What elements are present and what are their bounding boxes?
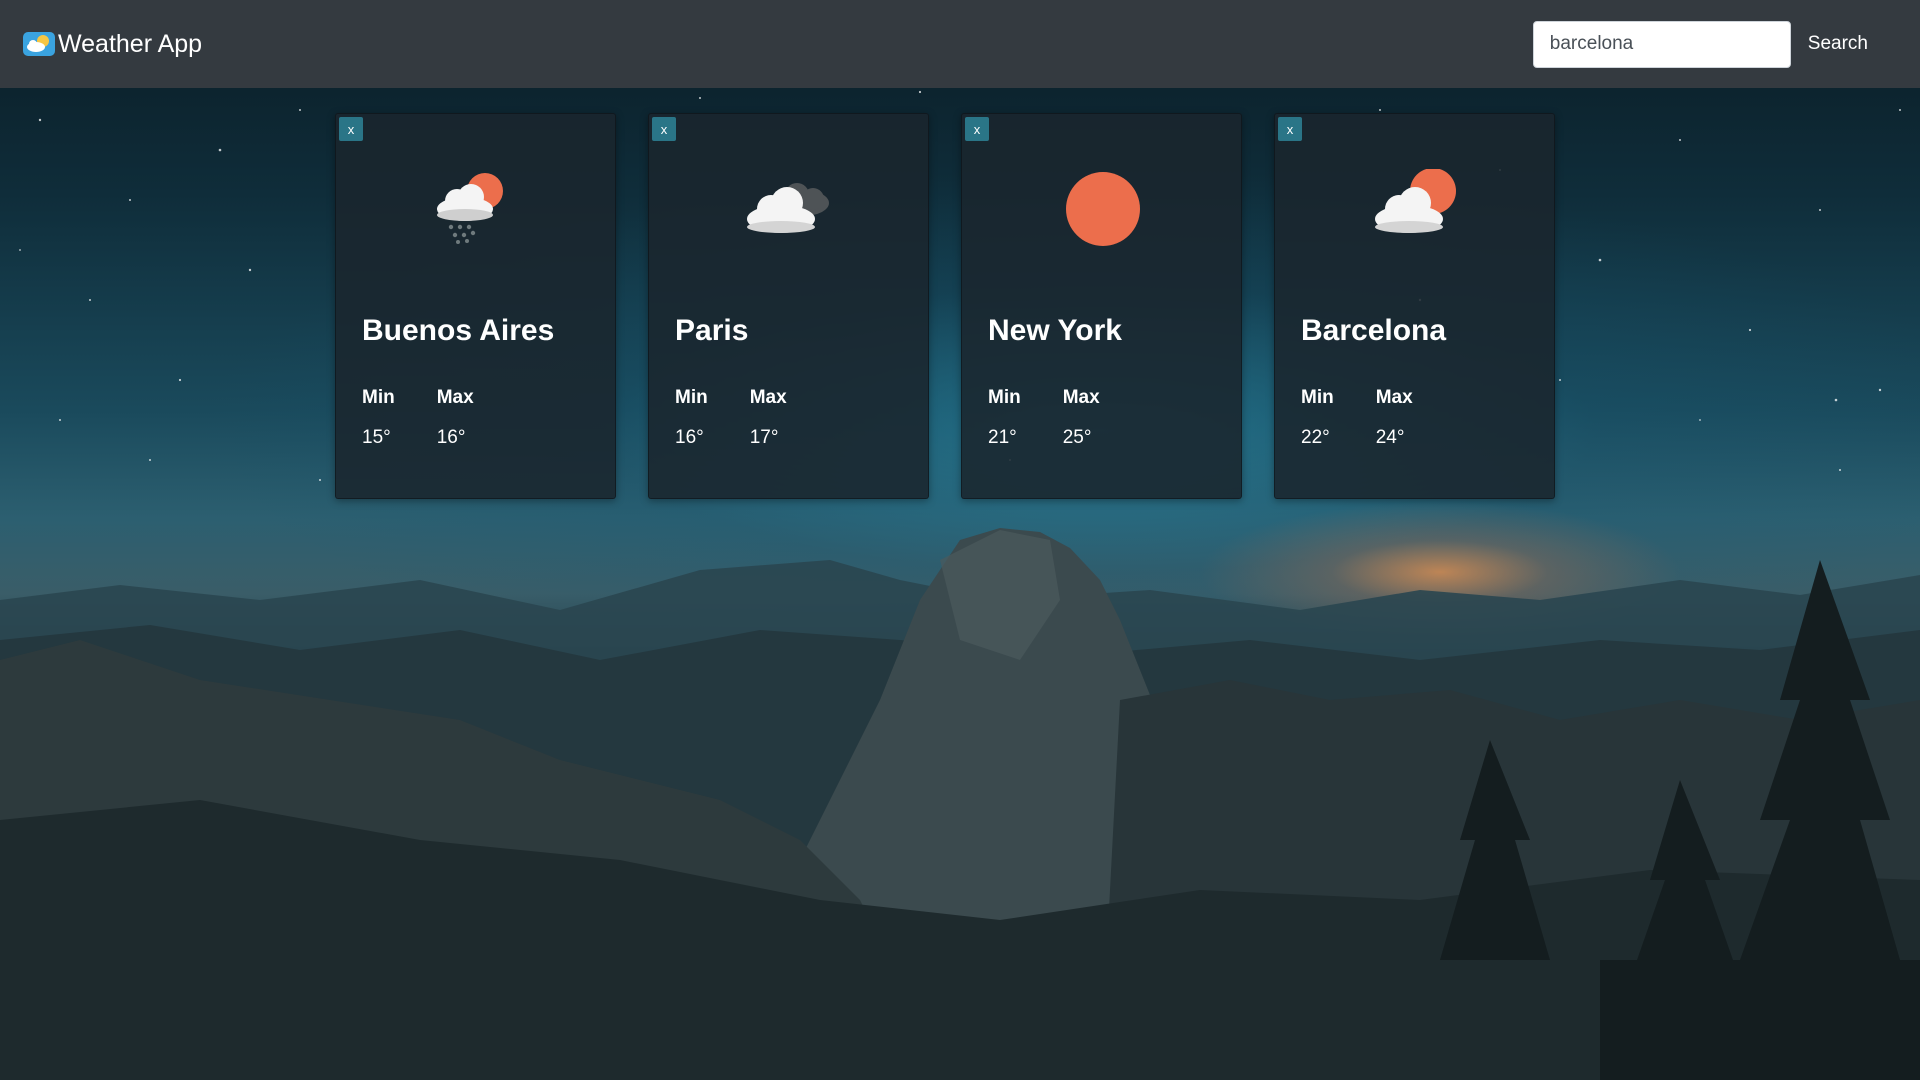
max-temp: 16°: [436, 427, 466, 448]
partly-cloudy-icon: [1275, 169, 1556, 274]
max-label: Max: [1062, 387, 1100, 408]
rain-cloud-sun-icon: [336, 169, 617, 274]
temperature-range: Min 16° Max 17°: [675, 387, 787, 449]
app-title: Weather App: [58, 29, 203, 58]
city-card-barcelona: x Barcelona Min 22° Max 24°: [1274, 113, 1555, 499]
city-name: Buenos Aires: [362, 314, 555, 347]
temperature-range: Min 15° Max 16°: [362, 387, 474, 449]
min-label: Min: [1301, 387, 1334, 408]
min-temp: 21°: [988, 427, 1017, 448]
min-label: Min: [362, 387, 395, 408]
weather-cloud-sun-icon: [22, 30, 56, 58]
city-card-paris: x Paris Min 16° Max 17°: [648, 113, 929, 499]
min-label: Min: [675, 387, 708, 408]
search-form: Search: [1532, 20, 1868, 68]
max-label: Max: [436, 387, 474, 408]
min-temp: 22°: [1301, 427, 1330, 448]
max-label: Max: [749, 387, 787, 408]
navbar: Weather App Search: [0, 0, 1920, 88]
temperature-range: Min 22° Max 24°: [1301, 387, 1413, 449]
max-temp: 25°: [1062, 427, 1092, 448]
close-button[interactable]: x: [652, 117, 676, 141]
max-label: Max: [1375, 387, 1413, 408]
city-card-new-york: x New York Min 21° Max 25°: [961, 113, 1242, 499]
city-name: Barcelona: [1301, 314, 1447, 347]
search-input[interactable]: [1532, 20, 1791, 68]
min-temp: 15°: [362, 427, 391, 448]
min-label: Min: [988, 387, 1021, 408]
cloudy-icon: [649, 169, 930, 274]
city-name: Paris: [675, 314, 749, 347]
sun-icon: [962, 169, 1243, 274]
max-temp: 24°: [1375, 427, 1405, 448]
brand[interactable]: Weather App: [22, 30, 202, 59]
close-button[interactable]: x: [965, 117, 989, 141]
city-name: New York: [988, 314, 1122, 347]
temperature-range: Min 21° Max 25°: [988, 387, 1100, 449]
min-temp: 16°: [675, 427, 704, 448]
close-button[interactable]: x: [339, 117, 363, 141]
close-button[interactable]: x: [1278, 117, 1302, 141]
max-temp: 17°: [749, 427, 779, 448]
city-card-buenos-aires: x Buenos Aires Min 15° Max 16°: [335, 113, 616, 499]
city-cards: x Buenos Aires Min 15° Max 16° x Paris M…: [335, 113, 1555, 499]
search-button[interactable]: Search: [1808, 33, 1868, 55]
